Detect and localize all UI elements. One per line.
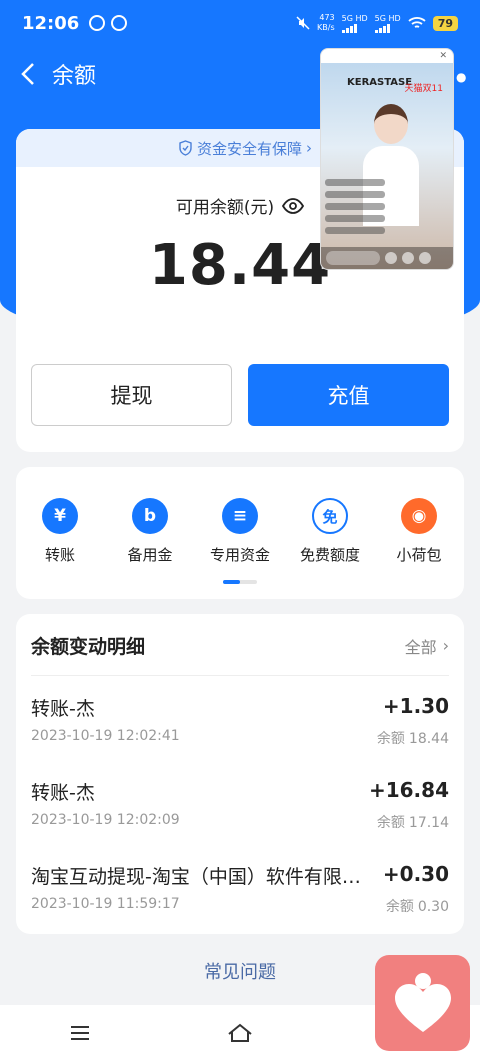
live-chat-input[interactable] <box>326 251 380 265</box>
page-indicator <box>223 580 257 584</box>
action-free-quota[interactable]: 免 免费额度 <box>285 498 375 565</box>
mute-icon <box>296 16 310 30</box>
status-right: 473 KB/s 5G HD 5G HD 79 <box>296 13 458 33</box>
action-label: 免费额度 <box>299 546 360 564</box>
reserve-fund-icon: b <box>132 498 168 534</box>
close-icon[interactable]: ✕ <box>439 51 447 61</box>
action-label: 小荷包 <box>396 546 442 564</box>
signal-sim2: 5G HD <box>374 13 401 33</box>
balance-prefix: 余额 <box>376 815 405 831</box>
quick-actions-card: ¥ 转账 b 备用金 ≡ 专用资金 免 免费额度 ◉ 小荷包 <box>16 467 464 599</box>
action-label: 专用资金 <box>209 546 270 564</box>
action-dedicated-fund[interactable]: ≡ 专用资金 <box>195 498 285 565</box>
withdraw-button[interactable]: 提现 <box>31 364 232 426</box>
balance-value: 0.30 <box>417 899 449 915</box>
net-speed: 473 KB/s <box>317 13 335 33</box>
chevron-right-icon: › <box>442 636 449 655</box>
action-label: 转账 <box>44 546 75 564</box>
transaction-amount: +16.84 <box>368 778 449 802</box>
float-video-brand: KERASTASE <box>347 77 413 88</box>
sim1-label: 5G HD <box>341 13 368 23</box>
recharge-button[interactable]: 充值 <box>248 364 449 426</box>
signal-bars-icon <box>341 23 368 33</box>
divider <box>31 675 449 676</box>
fund-safety-text: 资金安全有保障 <box>196 139 302 158</box>
dedicated-fund-icon: ≡ <box>222 498 258 534</box>
share-icon[interactable] <box>385 252 397 264</box>
like-icon[interactable] <box>402 252 414 264</box>
transaction-balance: 余额 18.44 <box>377 728 449 748</box>
live-comment <box>325 215 385 222</box>
small-purse-icon: ◉ <box>401 498 437 534</box>
action-small-purse[interactable]: ◉ 小荷包 <box>374 498 464 565</box>
view-all-label: 全部 <box>404 637 437 657</box>
action-reserve-fund[interactable]: b 备用金 <box>105 498 195 565</box>
heart-icon <box>394 973 451 1032</box>
float-video-bottom-bar <box>321 247 453 269</box>
notification-icons <box>89 15 128 31</box>
floating-live-video[interactable]: ✕ KERASTASE 天猫双11 <box>320 48 454 270</box>
transaction-name: 淘宝互动提现-淘宝（中国）软件有限公司 <box>31 866 373 888</box>
transaction-name: 转账-杰 <box>31 782 95 804</box>
net-speed-value: 473 <box>319 13 335 22</box>
balance-prefix: 余额 <box>376 731 405 747</box>
status-time: 12:06 <box>22 12 80 34</box>
back-arrow-icon[interactable] <box>4 48 52 100</box>
home-icon[interactable] <box>220 1013 260 1053</box>
transaction-name: 转账-杰 <box>31 698 95 720</box>
transaction-amount: +1.30 <box>382 694 449 718</box>
transaction-amount: +0.30 <box>382 862 449 886</box>
transaction-row[interactable]: 转账-杰 +16.84 2023-10-19 12:02:09 余额 17.14 <box>31 778 449 842</box>
wifi-icon <box>408 17 426 28</box>
transactions-card: 余额变动明细 全部 › 转账-杰 +1.30 2023-10-19 12:02:… <box>16 614 464 934</box>
action-label: 备用金 <box>127 546 173 564</box>
live-comment <box>325 179 385 186</box>
live-comment <box>325 227 385 234</box>
status-bar: 12:06 473 KB/s 5G HD 5G HD 79 <box>0 0 480 46</box>
transaction-time: 2023-10-19 12:02:41 <box>31 728 180 744</box>
shield-check-icon <box>179 140 192 156</box>
transaction-time: 2023-10-19 11:59:17 <box>31 896 180 912</box>
transactions-header: 余额变动明细 全部 › <box>31 632 449 659</box>
sim2-label: 5G HD <box>374 13 401 23</box>
balance-value: 17.14 <box>408 815 449 831</box>
transaction-time: 2023-10-19 12:02:09 <box>31 812 180 828</box>
transaction-row[interactable]: 转账-杰 +1.30 2023-10-19 12:02:41 余额 18.44 <box>31 694 449 758</box>
transaction-balance: 余额 0.30 <box>386 896 449 916</box>
action-transfer[interactable]: ¥ 转账 <box>15 498 105 565</box>
menu-icon[interactable] <box>60 1013 100 1053</box>
transaction-balance: 余额 17.14 <box>377 812 449 832</box>
floating-heart-button[interactable] <box>375 955 470 1051</box>
transactions-title: 余额变动明细 <box>31 636 146 658</box>
app-notify-icon <box>111 15 128 31</box>
eye-icon[interactable] <box>282 197 305 214</box>
more-options-icon[interactable]: ● <box>456 70 466 84</box>
live-comment <box>325 203 385 210</box>
battery-indicator: 79 <box>432 15 458 31</box>
float-video-topbar: ✕ <box>321 49 453 63</box>
free-quota-icon: 免 <box>312 498 348 534</box>
cart-icon[interactable] <box>419 252 431 264</box>
net-speed-unit: KB/s <box>317 23 335 32</box>
signal-bars-icon <box>374 23 401 33</box>
page-title: 余额 <box>52 64 97 89</box>
balance-label: 可用余额(元) <box>175 198 275 218</box>
signal-sim1: 5G HD <box>341 13 368 33</box>
wechat-icon <box>89 15 106 31</box>
transaction-row[interactable]: 淘宝互动提现-淘宝（中国）软件有限公司 +0.30 2023-10-19 11:… <box>31 862 449 926</box>
view-all-link[interactable]: 全部 › <box>405 634 449 658</box>
chevron-right-icon: › <box>306 139 312 157</box>
live-comment <box>325 191 385 198</box>
transfer-icon: ¥ <box>42 498 78 534</box>
balance-value: 18.44 <box>408 731 449 747</box>
balance-prefix: 余额 <box>385 899 414 915</box>
float-video-badge: 天猫双11 <box>404 84 443 94</box>
